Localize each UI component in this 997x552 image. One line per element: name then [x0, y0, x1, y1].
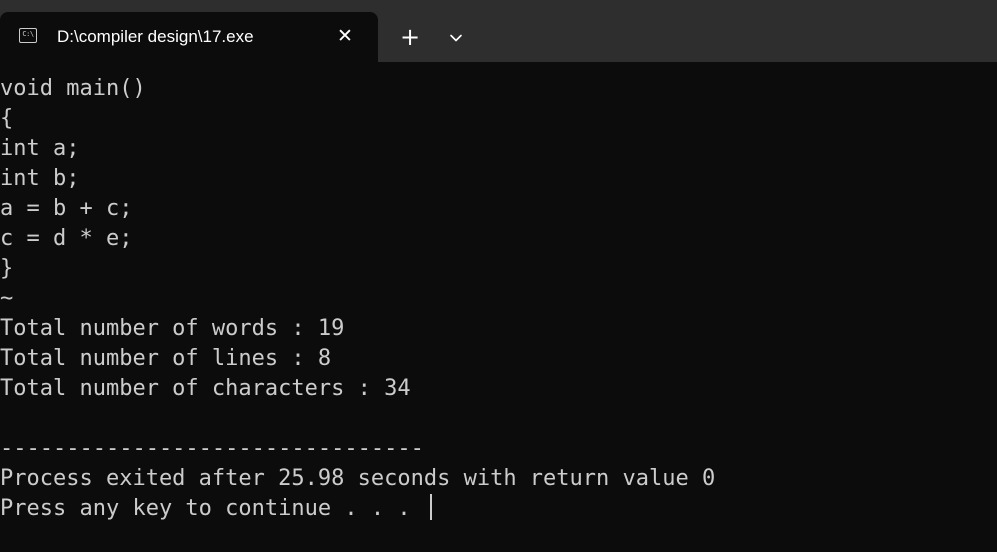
terminal-line: int a;: [0, 136, 80, 161]
chevron-down-icon[interactable]: [444, 26, 468, 50]
terminal-line: }: [0, 256, 14, 281]
terminal-output[interactable]: void main() { int a; int b; a = b + c; c…: [0, 74, 997, 552]
terminal-line: c = d * e;: [0, 226, 133, 251]
terminal-line: void main(): [0, 76, 146, 101]
terminal-line: int b;: [0, 166, 80, 191]
terminal-line: a = b + c;: [0, 196, 133, 221]
line-count-line: Total number of lines : 8: [0, 346, 332, 371]
close-icon[interactable]: ✕: [333, 24, 357, 48]
text-cursor: [429, 494, 432, 520]
separator-line: --------------------------------: [0, 436, 424, 461]
tab-title: D:\compiler design\17.exe: [57, 27, 254, 46]
new-tab-button[interactable]: +: [397, 24, 423, 50]
process-exit-line: Process exited after 25.98 seconds with …: [0, 466, 716, 491]
terminal-window: C:\ D:\compiler design\17.exe ✕ + void m…: [0, 0, 997, 552]
console-icon: C:\: [19, 28, 37, 43]
terminal-line: ~: [0, 286, 14, 311]
terminal-line: {: [0, 106, 14, 131]
word-count-line: Total number of words : 19: [0, 316, 345, 341]
character-count-line: Total number of characters : 34: [0, 376, 411, 401]
tab-active[interactable]: C:\ D:\compiler design\17.exe ✕: [0, 12, 378, 62]
prompt-text: Press any key to continue . . .: [0, 496, 424, 521]
title-bar: C:\ D:\compiler design\17.exe ✕ +: [0, 0, 997, 62]
prompt-line: Press any key to continue . . .: [0, 494, 997, 524]
